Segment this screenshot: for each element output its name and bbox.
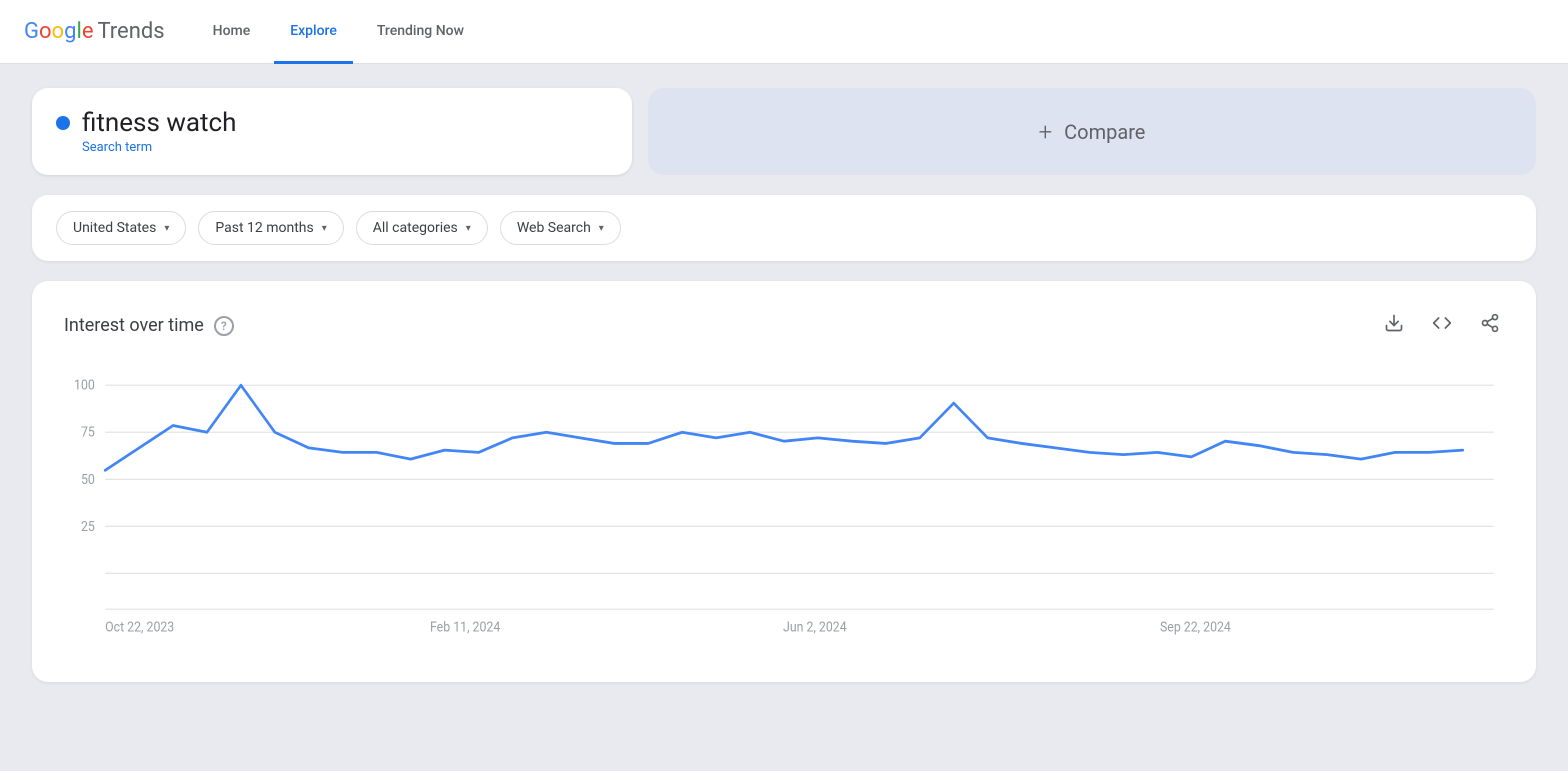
- chart-card: Interest over time ?: [32, 281, 1536, 682]
- time-filter-label: Past 12 months: [215, 220, 313, 236]
- search-type-filter-label: Web Search: [517, 220, 591, 236]
- nav-item-trending[interactable]: Trending Now: [361, 1, 480, 64]
- share-icon: [1480, 313, 1500, 333]
- svg-text:25: 25: [81, 519, 95, 535]
- chart-header: Interest over time ?: [64, 309, 1504, 342]
- help-icon[interactable]: ?: [214, 316, 234, 336]
- logo-trends-text: Trends: [97, 19, 164, 44]
- main-nav: Home Explore Trending Now: [197, 0, 480, 63]
- svg-text:Jun 2, 2024: Jun 2, 2024: [783, 620, 847, 636]
- chart-title: Interest over time: [64, 315, 204, 336]
- svg-text:Sep 22, 2024: Sep 22, 2024: [1160, 620, 1231, 636]
- search-term-text[interactable]: fitness watch: [82, 108, 236, 138]
- region-chevron-icon: ▾: [164, 223, 169, 234]
- compare-label: Compare: [1064, 120, 1145, 144]
- nav-item-home[interactable]: Home: [197, 1, 267, 64]
- download-icon: [1384, 313, 1404, 333]
- svg-text:Oct 22, 2023: Oct 22, 2023: [105, 620, 174, 636]
- region-filter[interactable]: United States ▾: [56, 211, 186, 245]
- share-button[interactable]: [1476, 309, 1504, 342]
- compare-card[interactable]: + Compare: [648, 88, 1536, 175]
- compare-plus-icon: +: [1039, 118, 1053, 146]
- category-filter-label: All categories: [373, 220, 458, 236]
- logo[interactable]: Google Trends: [24, 19, 165, 44]
- search-type-label: Search term: [56, 140, 608, 155]
- search-type-filter[interactable]: Web Search ▾: [500, 211, 621, 245]
- download-button[interactable]: [1380, 309, 1408, 342]
- region-filter-label: United States: [73, 220, 156, 236]
- svg-text:Feb 11, 2024: Feb 11, 2024: [430, 620, 500, 636]
- search-term-row: fitness watch: [56, 108, 608, 138]
- svg-text:50: 50: [81, 472, 95, 488]
- chart-svg: 100 75 50 25 Oct 22, 2023 Feb 11, 2024 J…: [64, 374, 1504, 654]
- search-dot: [56, 116, 70, 130]
- header: Google Trends Home Explore Trending Now: [0, 0, 1568, 64]
- filter-row: United States ▾ Past 12 months ▾ All cat…: [32, 195, 1536, 261]
- chart-line: [105, 385, 1463, 470]
- chart-title-row: Interest over time ?: [64, 315, 234, 336]
- nav-item-explore[interactable]: Explore: [274, 1, 353, 64]
- time-chevron-icon: ▾: [322, 223, 327, 234]
- main-content: fitness watch Search term + Compare Unit…: [0, 64, 1568, 706]
- compare-inner: + Compare: [1039, 118, 1146, 146]
- search-type-chevron-icon: ▾: [599, 223, 604, 234]
- search-compare-row: fitness watch Search term + Compare: [32, 88, 1536, 175]
- search-card: fitness watch Search term: [32, 88, 632, 175]
- time-filter[interactable]: Past 12 months ▾: [198, 211, 343, 245]
- chart-area: 100 75 50 25 Oct 22, 2023 Feb 11, 2024 J…: [64, 374, 1504, 654]
- svg-text:100: 100: [74, 378, 95, 394]
- chart-actions: [1380, 309, 1504, 342]
- embed-button[interactable]: [1428, 309, 1456, 342]
- embed-icon: [1432, 313, 1452, 333]
- logo-google-text: Google: [24, 19, 93, 44]
- category-filter[interactable]: All categories ▾: [356, 211, 488, 245]
- category-chevron-icon: ▾: [466, 223, 471, 234]
- svg-text:75: 75: [81, 425, 95, 441]
